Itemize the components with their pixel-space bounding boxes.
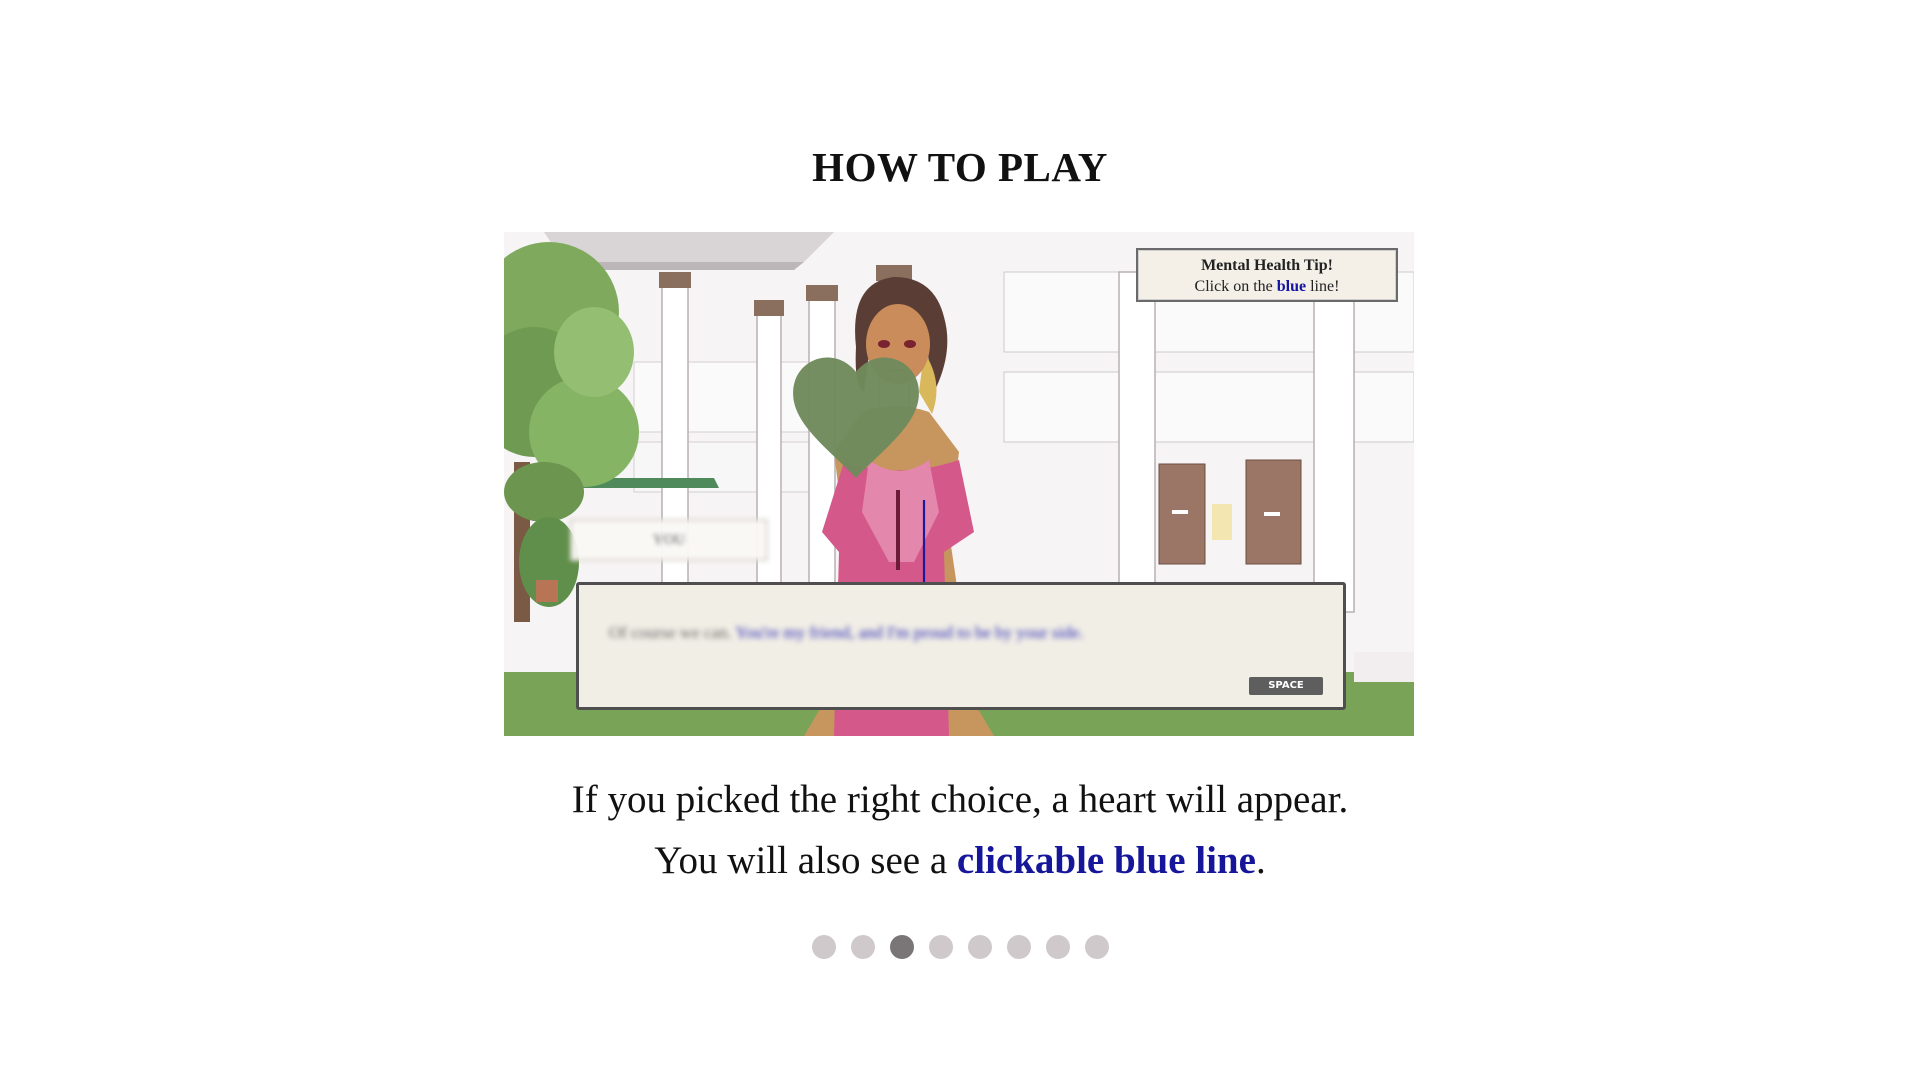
dialogue-box[interactable]: Of course we can. You're my friend, and … [576,582,1346,710]
pagination-dot-5[interactable] [967,935,992,959]
mental-health-tip-box: Mental Health Tip! Click on the blue lin… [1136,248,1398,302]
pagination-dot-8[interactable] [1084,935,1109,959]
speaker-name-box: YOU [570,519,768,561]
caption-line-2-suffix: . [1255,839,1266,882]
clickable-blue-line-text: clickable blue line [956,839,1256,882]
tip-title: Mental Health Tip! [1201,257,1333,274]
dialogue-blue-line[interactable]: You're my friend, and I'm proud to be by… [735,623,1083,642]
caption-line-2-prefix: You will also see a [654,839,957,882]
dialogue-plain-text: Of course we can. [609,623,736,642]
pagination-dot-1[interactable] [811,935,836,959]
pagination-dot-7[interactable] [1045,935,1070,959]
page-title: HOW TO PLAY [812,144,1108,190]
pagination-dot-3[interactable] [889,935,914,959]
space-button[interactable]: SPACE [1249,677,1323,695]
pagination-dot-4[interactable] [928,935,953,959]
tip-highlight: blue [1276,278,1307,295]
pagination-dot-2[interactable] [850,935,875,959]
caption-line-2: You will also see a clickable blue line. [0,838,1920,883]
tip-prefix: Click on the [1194,278,1277,295]
caption-line-1: If you picked the right choice, a heart … [571,778,1349,821]
pagination-dots [0,935,1920,959]
dialogue-text: Of course we can. You're my friend, and … [609,623,1083,643]
pagination-dot-6[interactable] [1006,935,1031,959]
tip-suffix: line! [1306,278,1340,295]
game-screenshot: Mental Health Tip! Click on the blue lin… [504,232,1414,736]
